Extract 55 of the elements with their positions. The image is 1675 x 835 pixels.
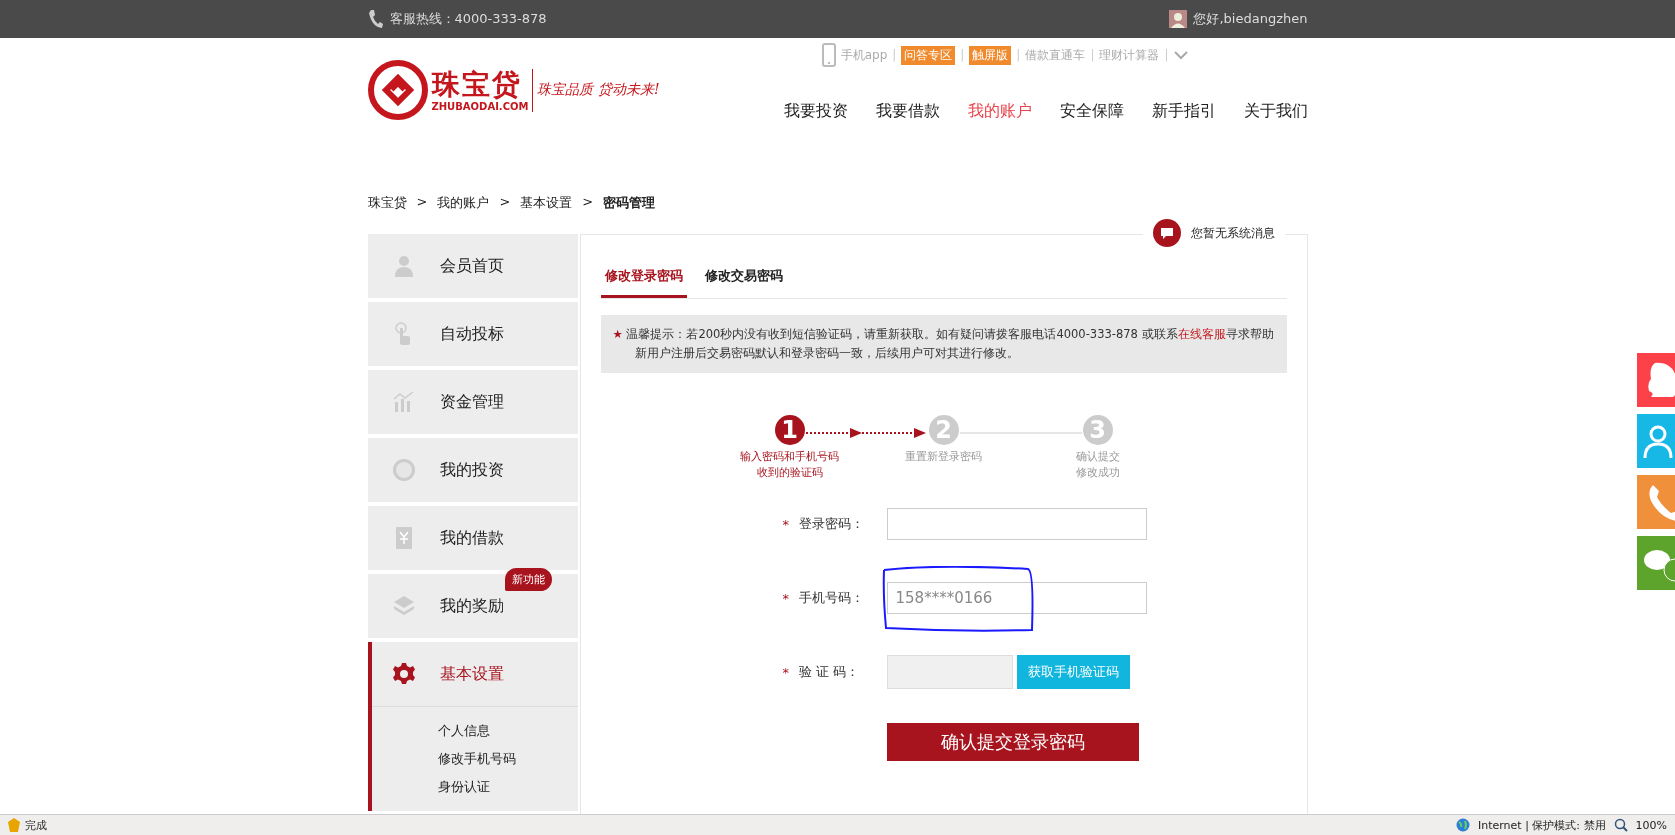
sidebar-item[interactable]: 我的借款 <box>367 506 578 570</box>
zoom-level[interactable]: 100% <box>1635 818 1667 832</box>
sidebar-item[interactable]: 我的投资 <box>367 438 578 502</box>
step-label: 输入密码和手机号码 <box>740 449 839 465</box>
tab[interactable]: 修改交易密码 <box>700 267 787 298</box>
notice-text: 您暂无系统消息 <box>1190 224 1275 242</box>
breadcrumb-link[interactable]: 我的账户 <box>437 194 490 234</box>
status-text: 完成 <box>25 817 47 833</box>
logo-domain: ZHUBAODAI.COM <box>431 100 529 112</box>
sidebar-item[interactable]: 资金管理 <box>367 370 578 434</box>
sidebar-subitem[interactable]: 修改手机号码 <box>437 745 578 773</box>
logo-slogan: 珠宝品质 贷动未来! <box>537 81 660 99</box>
sidebar-subitem[interactable]: 身份认证 <box>437 773 578 801</box>
nav-link[interactable]: 安全保障 <box>1059 101 1124 122</box>
required-mark: * <box>782 664 790 680</box>
breadcrumb-separator: > <box>582 194 594 211</box>
sidebar-subitem[interactable]: 个人信息 <box>437 717 578 745</box>
required-mark: * <box>782 590 790 606</box>
tip-text: ★ 温馨提示：若200秒内没有收到短信验证码，请重新获取。如有疑问请拨客服电话4000-333-878 或联系在线客服寻求帮助 <box>612 327 1274 341</box>
tab[interactable]: 修改登录密码 <box>600 267 687 298</box>
submit-button[interactable]: 确认提交登录密码 <box>886 723 1139 761</box>
nav-link[interactable]: 我要投资 <box>783 101 848 122</box>
new-feature-badge: 新功能 <box>504 568 552 591</box>
field-label: 登录密码： <box>798 515 865 533</box>
step-number: 1 <box>774 415 805 445</box>
required-mark: * <box>782 516 790 532</box>
breadcrumb-separator: > <box>416 194 428 211</box>
security-zone-text: Internet | 保护模式: 禁用 <box>1477 817 1606 833</box>
breadcrumb-link[interactable]: 珠宝贷 <box>367 194 407 234</box>
nav-link[interactable]: 关于我们 <box>1243 101 1308 122</box>
separator-text: | <box>1164 48 1169 62</box>
nav-link[interactable]: 我的账户 <box>967 101 1032 122</box>
separator-text: | <box>892 48 897 62</box>
online-service-link[interactable]: 在线客服 <box>1177 327 1226 341</box>
sidebar-item[interactable]: 会员首页 <box>367 234 578 298</box>
sidebar-item[interactable]: 自动投标 <box>367 302 578 366</box>
breadcrumb-separator: > <box>499 194 511 211</box>
step-label: 收到的验证码 <box>756 465 823 481</box>
logo-name: 珠宝贷 <box>431 68 523 101</box>
user-greeting[interactable]: 您好,biedangzhen <box>1193 10 1308 28</box>
nav-link[interactable]: 新手指引 <box>1151 101 1216 122</box>
field-label: 验 证 码： <box>798 663 860 681</box>
step-label: 确认提交 <box>1075 449 1120 465</box>
separator-text: | <box>960 48 965 62</box>
breadcrumb-link[interactable]: 密码管理 <box>603 194 656 234</box>
hotline-text: 客服热线：4000-333-878 <box>389 10 547 28</box>
step-label: 修改成功 <box>1075 465 1120 481</box>
separator-text: | <box>1090 48 1095 62</box>
nav-link[interactable]: 我要借款 <box>875 101 940 122</box>
separator-text: | <box>1016 48 1021 62</box>
tip-note: 新用户注册后交易密码默认和登录密码一致，后续用户可对其进行修改。 <box>634 346 1019 360</box>
step-label: 重置新登录密码 <box>905 449 982 465</box>
field-label: 手机号码： <box>798 589 865 607</box>
breadcrumb-link[interactable]: 基本设置 <box>520 194 573 234</box>
input-field[interactable]: 158****0166 <box>886 582 1147 614</box>
